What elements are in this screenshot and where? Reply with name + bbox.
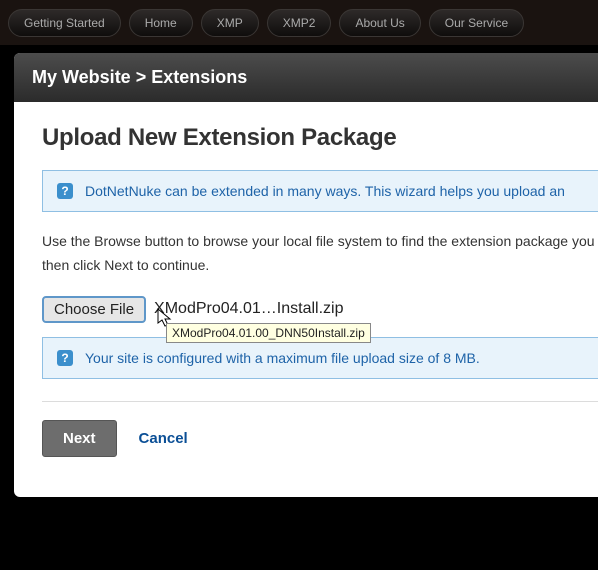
nav-tab-xmp[interactable]: XMP — [201, 9, 259, 37]
nav-tab-our-service[interactable]: Our Service — [429, 9, 524, 37]
next-button[interactable]: Next — [42, 420, 117, 457]
separator — [42, 401, 598, 402]
info-box-intro: ? DotNetNuke can be extended in many way… — [42, 170, 598, 212]
info-text-intro: DotNetNuke can be extended in many ways.… — [85, 183, 565, 199]
cancel-link[interactable]: Cancel — [139, 430, 188, 447]
action-row: Next Cancel — [42, 420, 598, 457]
info-icon: ? — [57, 350, 73, 366]
file-chooser-row: Choose File XModPro04.01…Install.zip XMo… — [42, 296, 598, 323]
main-panel: My Website > Extensions Upload New Exten… — [14, 53, 598, 497]
info-icon: ? — [57, 183, 73, 199]
info-text-maxsize: Your site is configured with a maximum f… — [85, 350, 480, 366]
nav-tab-about-us[interactable]: About Us — [339, 9, 420, 37]
nav-tab-getting-started[interactable]: Getting Started — [8, 9, 121, 37]
info-box-maxsize: ? Your site is configured with a maximum… — [42, 337, 598, 379]
nav-tab-home[interactable]: Home — [129, 9, 193, 37]
page-title: Upload New Extension Package — [42, 124, 598, 152]
selected-file-name: XModPro04.01…Install.zip — [154, 300, 343, 318]
panel-body: Upload New Extension Package ? DotNetNuk… — [14, 102, 598, 497]
breadcrumb: My Website > Extensions — [14, 53, 598, 102]
choose-file-button[interactable]: Choose File — [42, 296, 146, 323]
top-navigation: Getting Started Home XMP XMP2 About Us O… — [0, 0, 598, 45]
nav-tab-xmp2[interactable]: XMP2 — [267, 9, 332, 37]
instruction-text: Use the Browse button to browse your loc… — [42, 230, 598, 278]
